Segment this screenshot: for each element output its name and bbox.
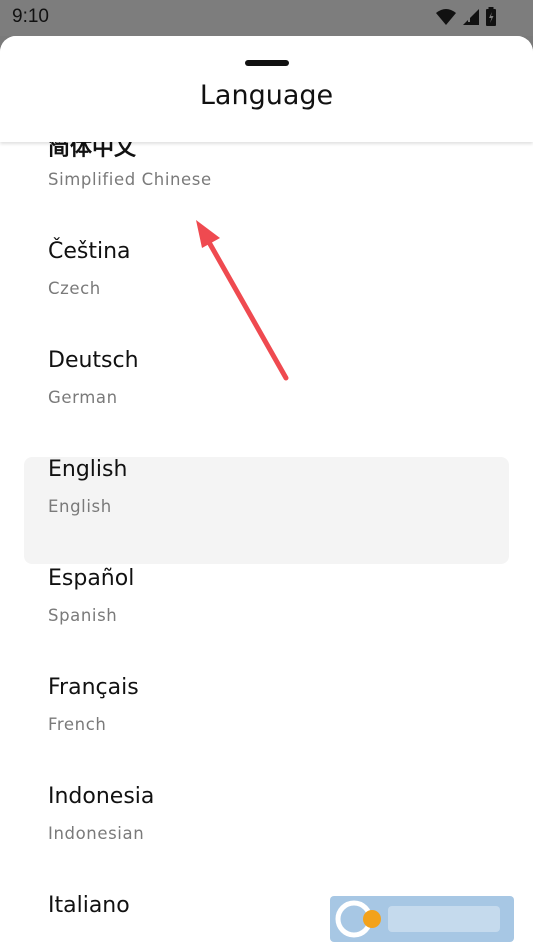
language-english-name: German xyxy=(48,388,118,407)
language-english-name: Czech xyxy=(48,279,101,298)
annotation-arrow xyxy=(196,220,289,381)
sheet-title: Language xyxy=(199,80,334,111)
language-item-spanish[interactable]: Español Spanish xyxy=(24,548,509,655)
language-english-name: English xyxy=(48,497,112,516)
language-native-name: Español xyxy=(48,566,135,591)
drag-handle[interactable] xyxy=(245,60,289,66)
language-native-name: Français xyxy=(48,675,139,700)
status-icons xyxy=(435,7,497,27)
language-item-indonesian[interactable]: Indonesia Indonesian xyxy=(24,766,509,873)
language-native-name: Deutsch xyxy=(48,348,139,373)
signal-icon xyxy=(463,9,479,25)
language-english-name: Indonesian xyxy=(48,824,145,843)
language-native-name: Indonesia xyxy=(48,784,155,809)
language-english-name: French xyxy=(48,715,107,734)
wifi-icon xyxy=(436,9,456,25)
status-time: 9:10 xyxy=(12,6,49,27)
language-native-name: Italiano xyxy=(48,893,130,918)
language-bottom-sheet: Language 简体中文 Simplified Chinese Čeština… xyxy=(0,36,533,948)
status-bar: 9:10 xyxy=(0,0,533,36)
language-native-name: English xyxy=(48,457,128,482)
watermark-logo xyxy=(330,896,514,942)
language-item-french[interactable]: Français French xyxy=(24,657,509,764)
battery-icon xyxy=(486,7,496,26)
language-english-name: Simplified Chinese xyxy=(48,170,212,189)
sheet-header: Language xyxy=(0,36,533,142)
language-english-name: Spanish xyxy=(48,606,118,625)
language-native-name: Čeština xyxy=(48,239,131,264)
